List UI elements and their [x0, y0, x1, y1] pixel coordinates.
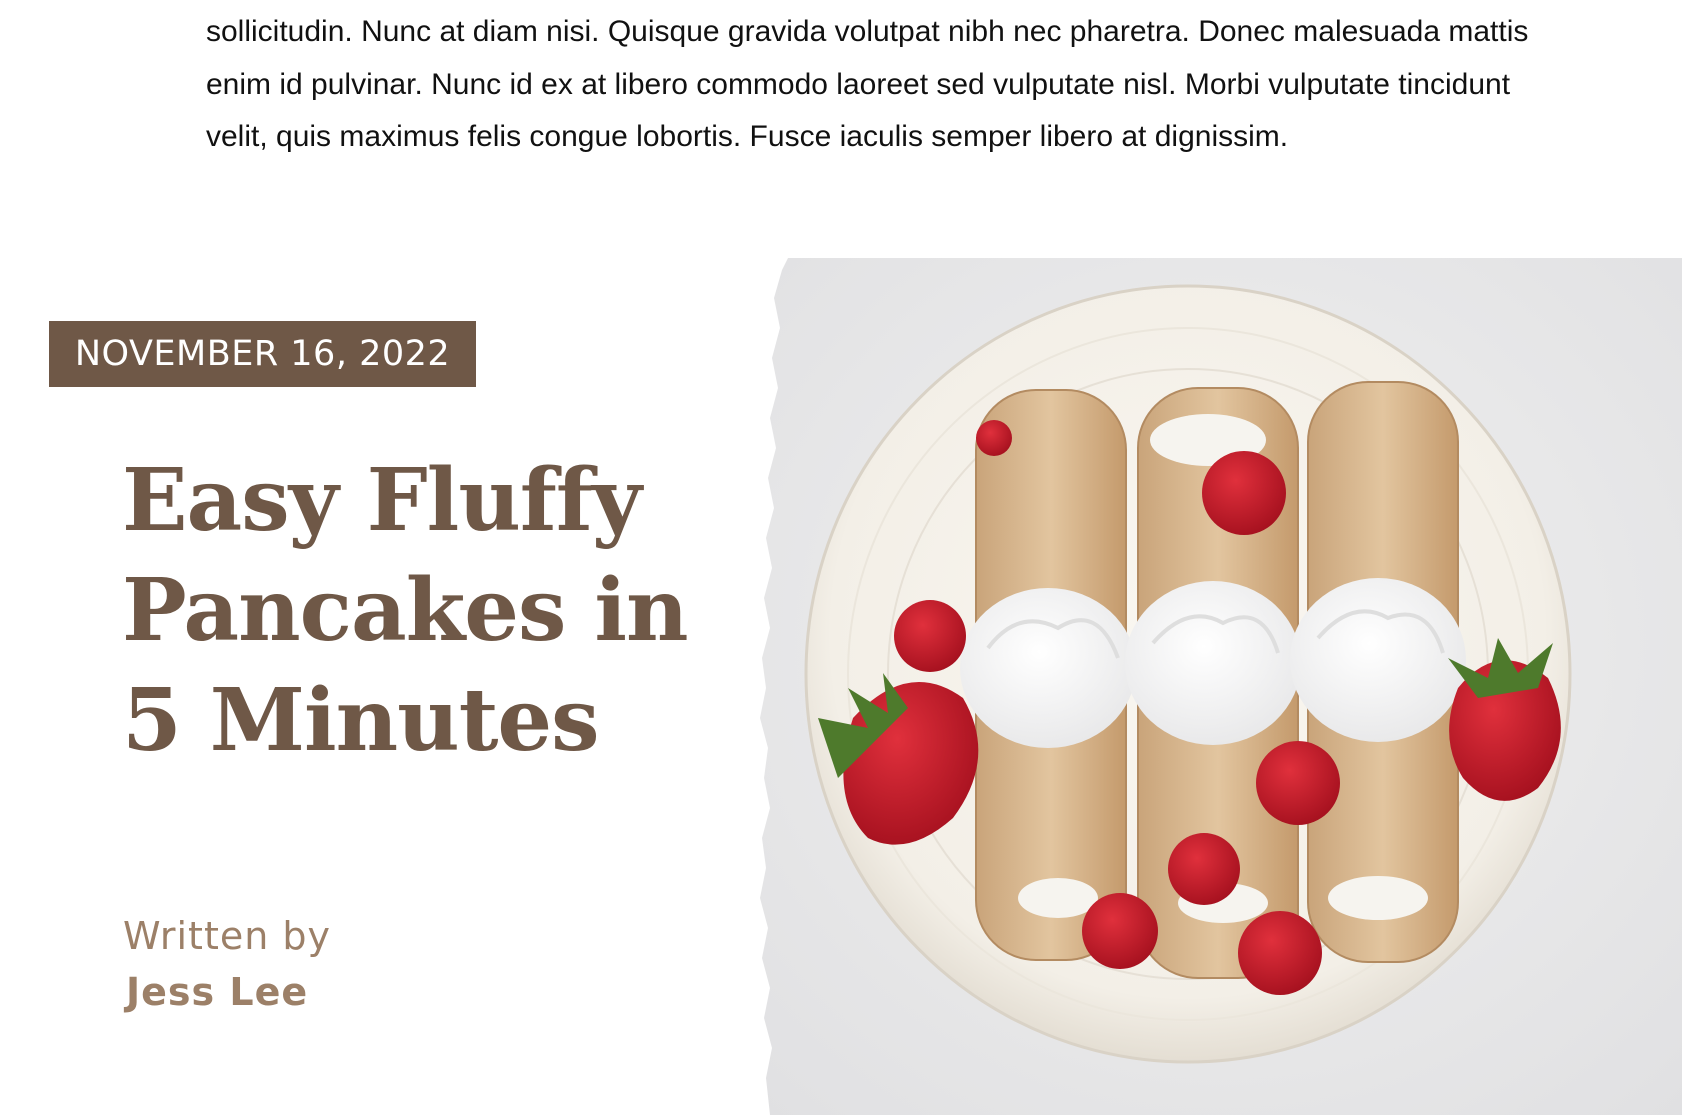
author-name[interactable]: Jess Lee: [126, 970, 308, 1014]
featured-image[interactable]: [758, 258, 1682, 1115]
written-by-label: Written by: [123, 914, 331, 958]
post-date-badge: NOVEMBER 16, 2022: [49, 321, 476, 387]
crepes-photo-illustration: [760, 258, 1682, 1115]
intro-paragraph: sollicitudin. Nunc at diam nisi. Quisque…: [206, 15, 1529, 153]
post-title[interactable]: Easy Fluffy Pancakes in 5 Minutes: [122, 446, 722, 776]
